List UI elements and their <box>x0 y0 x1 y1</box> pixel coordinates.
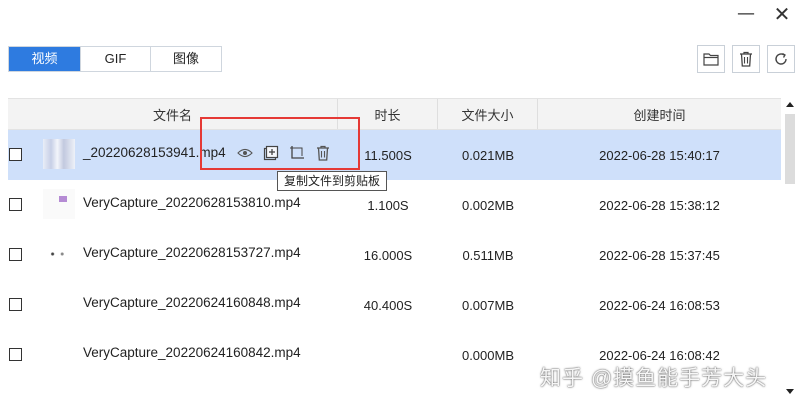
header-size[interactable]: 文件大小 <box>438 99 538 129</box>
delete-all-button[interactable] <box>732 45 760 73</box>
table-row[interactable]: VeryCapture_20220624160848.mp4 40.400S 0… <box>8 280 781 330</box>
table-row[interactable]: VeryCapture_20220628153727.mp4 16.000S 0… <box>8 230 781 280</box>
row-actions <box>236 144 332 162</box>
close-icon[interactable]: ✕ <box>772 4 792 24</box>
refresh-button[interactable] <box>767 45 795 73</box>
tab-video[interactable]: 视频 <box>9 47 81 71</box>
file-name: VeryCapture_20220628153727.mp4 <box>83 245 301 260</box>
app-window: — ✕ 视频 GIF 图像 文件名 时长 文件大小 创建时间 _20220628… <box>0 0 802 410</box>
tooltip: 复制文件到剪贴板 <box>277 171 388 191</box>
open-folder-button[interactable] <box>697 45 725 73</box>
file-name: VeryCapture_20220624160842.mp4 <box>83 345 301 360</box>
copy-to-clipboard-icon[interactable] <box>262 144 280 162</box>
row-checkbox[interactable] <box>9 248 22 261</box>
video-thumbnail <box>43 239 75 269</box>
watermark: 知乎 @摸鱼能手芳大头 <box>540 367 768 390</box>
created-cell: 2022-06-28 15:38:12 <box>599 197 720 213</box>
crop-icon[interactable] <box>288 144 306 162</box>
video-thumbnail <box>43 139 75 169</box>
duration-cell <box>338 330 438 380</box>
file-table: 文件名 时长 文件大小 创建时间 _20220628153941.mp4 11.… <box>8 98 781 380</box>
created-cell: 2022-06-24 16:08:53 <box>599 297 720 313</box>
minimize-icon[interactable]: — <box>736 4 756 24</box>
duration-cell: 16.000S <box>363 247 413 263</box>
folder-icon <box>703 53 719 66</box>
file-name: _20220628153941.mp4 <box>83 145 226 160</box>
size-cell: 0.021MB <box>461 147 515 163</box>
row-checkbox[interactable] <box>9 198 22 211</box>
size-cell: 0.000MB <box>461 347 515 363</box>
refresh-icon <box>775 52 787 65</box>
file-name: VeryCapture_20220628153810.mp4 <box>83 195 301 210</box>
table-row[interactable]: _20220628153941.mp4 11.500S 0.021MB 2022… <box>8 130 781 180</box>
created-cell: 2022-06-28 15:40:17 <box>599 147 720 163</box>
scrollbar-thumb[interactable] <box>785 114 795 184</box>
size-cell: 0.002MB <box>461 197 515 213</box>
trash-icon <box>740 51 752 67</box>
tab-image[interactable]: 图像 <box>151 47 221 71</box>
video-thumbnail <box>43 289 75 319</box>
file-name: VeryCapture_20220624160848.mp4 <box>83 295 301 310</box>
eye-icon[interactable] <box>236 144 254 162</box>
table-row[interactable]: VeryCapture_20220628153810.mp4 1.100S 0.… <box>8 180 781 230</box>
header-created[interactable]: 创建时间 <box>538 99 781 129</box>
video-thumbnail <box>43 339 75 369</box>
scroll-down-icon[interactable] <box>783 384 797 398</box>
tab-gif[interactable]: GIF <box>81 47 151 71</box>
video-thumbnail <box>43 189 75 219</box>
duration-cell: 40.400S <box>363 297 413 313</box>
header-filename[interactable]: 文件名 <box>8 99 338 129</box>
size-cell: 0.511MB <box>462 247 514 263</box>
delete-icon[interactable] <box>314 144 332 162</box>
row-checkbox[interactable] <box>9 348 22 361</box>
created-cell: 2022-06-28 15:37:45 <box>599 247 720 263</box>
scroll-up-icon[interactable] <box>783 98 797 112</box>
table-header: 文件名 时长 文件大小 创建时间 <box>8 98 781 130</box>
header-duration[interactable]: 时长 <box>338 99 438 129</box>
row-checkbox[interactable] <box>9 298 22 311</box>
media-type-tabs: 视频 GIF 图像 <box>8 46 222 72</box>
row-checkbox[interactable] <box>9 148 22 161</box>
size-cell: 0.007MB <box>461 297 515 313</box>
